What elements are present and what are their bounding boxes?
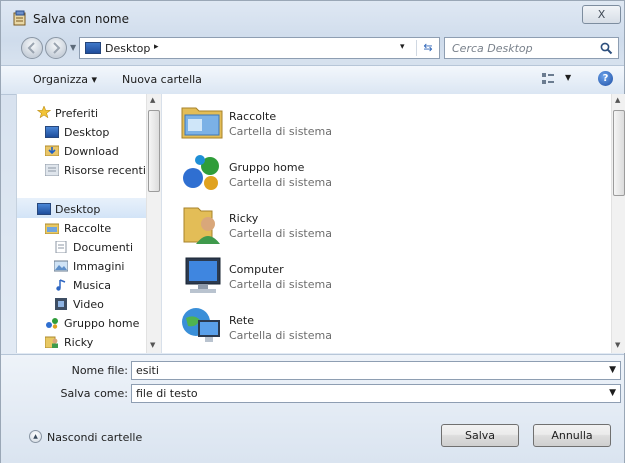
file-list: Raccolte Cartella di sistema Gruppo home… (161, 94, 625, 353)
cancel-button[interactable]: Annulla (533, 424, 611, 447)
filetype-value[interactable]: file di testo (136, 387, 198, 400)
list-item-name[interactable]: Computer (229, 263, 284, 276)
chevron-up-icon[interactable]: ▲ (29, 430, 42, 443)
list-item-type: Cartella di sistema (229, 329, 332, 342)
close-button[interactable]: X (582, 5, 621, 24)
desktop-icon (45, 126, 59, 138)
notepad-app-icon (13, 10, 26, 26)
filename-field[interactable]: esiti ▼ (131, 361, 621, 380)
search-icon[interactable] (600, 42, 613, 55)
forward-arrow-icon (53, 42, 61, 54)
desktop-icon (37, 203, 51, 215)
filename-label: Nome file: (71, 364, 128, 377)
list-item-type: Cartella di sistema (229, 176, 332, 189)
scroll-up-icon[interactable]: ▲ (615, 96, 620, 104)
command-bar: Organizza ▾ Nuova cartella ▼ ? (1, 65, 624, 95)
sidebar-item-preferiti[interactable]: Preferiti (55, 107, 98, 120)
homegroup-icon (46, 318, 58, 329)
hide-folders-button[interactable]: Nascondi cartelle (47, 431, 142, 444)
list-item-name[interactable]: Gruppo home (229, 161, 304, 174)
network-icon (182, 308, 220, 342)
forward-button[interactable] (45, 37, 67, 59)
search-input[interactable]: Cerca Desktop (452, 42, 533, 55)
download-folder-icon (45, 145, 59, 156)
filetype-label: Salva come: (60, 387, 129, 400)
desktop-icon (85, 42, 101, 54)
address-location[interactable]: Desktop (105, 42, 150, 55)
music-icon (56, 279, 66, 291)
list-item-type: Cartella di sistema (229, 125, 332, 138)
sidebar-scrollbar[interactable]: ▲ ▼ (146, 94, 162, 353)
view-options-icon[interactable] (541, 72, 555, 86)
history-dropdown-icon[interactable]: ▼ (70, 43, 76, 52)
sidebar-item-desktop[interactable]: Desktop (64, 126, 109, 139)
sidebar-item-immagini[interactable]: Immagini (73, 260, 124, 273)
view-dropdown-icon[interactable]: ▼ (565, 73, 571, 82)
list-item-type: Cartella di sistema (229, 278, 332, 291)
organize-menu[interactable]: Organizza ▾ (33, 73, 97, 86)
list-item-name[interactable]: Rete (229, 314, 254, 327)
file-list-scroll-thumb[interactable] (613, 110, 625, 196)
sidebar-item-video[interactable]: Video (73, 298, 104, 311)
refresh-icon[interactable]: ⇆ (416, 40, 439, 56)
libraries-icon (45, 223, 59, 234)
scroll-down-icon[interactable]: ▼ (150, 341, 155, 349)
scroll-down-icon[interactable]: ▼ (615, 341, 620, 349)
documents-icon (55, 241, 67, 253)
filename-input[interactable]: esiti (136, 364, 159, 377)
list-item-type: Cartella di sistema (229, 227, 332, 240)
navigation-pane: Preferiti Desktop Download Risorse recen… (16, 94, 162, 353)
save-button[interactable]: Salva (441, 424, 519, 447)
video-icon (55, 298, 67, 310)
address-dropdown-icon[interactable]: ▾ (400, 42, 405, 52)
sidebar-item-raccolte[interactable]: Raccolte (64, 222, 111, 235)
sidebar-item-musica[interactable]: Musica (73, 279, 111, 292)
pictures-icon (54, 260, 68, 272)
sidebar-item-documenti[interactable]: Documenti (73, 241, 133, 254)
window-title: Salva con nome (33, 12, 129, 26)
filetype-dropdown-icon[interactable]: ▼ (609, 388, 616, 398)
user-folder-icon (45, 336, 58, 348)
sidebar-scroll-thumb[interactable] (148, 110, 160, 192)
address-bar[interactable]: Desktop ▸ ▾ ⇆ (79, 37, 440, 59)
file-list-scrollbar[interactable]: ▲ ▼ (611, 94, 625, 353)
sidebar-item-download[interactable]: Download (64, 145, 119, 158)
list-item-name[interactable]: Ricky (229, 212, 258, 225)
scroll-up-icon[interactable]: ▲ (150, 96, 155, 104)
recent-places-icon (45, 164, 59, 176)
homegroup-icon (183, 155, 219, 190)
list-item-name[interactable]: Raccolte (229, 110, 276, 123)
user-folder-icon (183, 207, 220, 244)
help-icon[interactable]: ? (598, 71, 613, 86)
filename-dropdown-icon[interactable]: ▼ (609, 365, 616, 375)
filetype-select[interactable]: file di testo ▼ (131, 384, 621, 403)
sidebar-item-desktop-tree[interactable]: Desktop (55, 203, 100, 216)
sidebar-item-risorse-recenti[interactable]: Risorse recenti (64, 164, 146, 177)
new-folder-button[interactable]: Nuova cartella (122, 73, 202, 86)
libraries-icon (181, 107, 223, 139)
computer-icon (185, 257, 221, 293)
sidebar-item-ricky[interactable]: Ricky (64, 336, 93, 349)
search-box[interactable]: Cerca Desktop (444, 37, 619, 59)
sidebar-item-gruppo-home[interactable]: Gruppo home (64, 317, 139, 330)
back-button[interactable] (21, 37, 43, 59)
back-arrow-icon (27, 42, 35, 54)
star-icon (37, 106, 51, 118)
breadcrumb-arrow-icon[interactable]: ▸ (154, 42, 159, 52)
